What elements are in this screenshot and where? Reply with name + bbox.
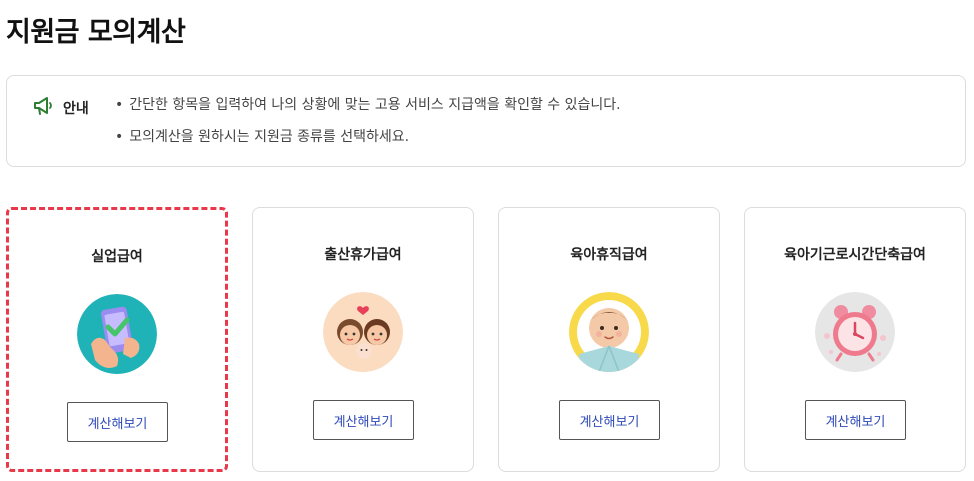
- calculate-button[interactable]: 계산해보기: [805, 400, 906, 440]
- calculate-button[interactable]: 계산해보기: [67, 402, 168, 442]
- card-parental-leave-benefit[interactable]: 육아휴직급여 계산해보기: [498, 207, 720, 472]
- calculate-button[interactable]: 계산해보기: [559, 400, 660, 440]
- notice-box: 안내 간단한 항목을 입력하여 나의 상황에 맞는 고용 서비스 지급액을 확인…: [6, 75, 966, 167]
- megaphone-icon: [33, 96, 55, 120]
- notice-header: 안내: [33, 96, 89, 120]
- phone-check-icon: [77, 294, 157, 374]
- notice-label: 안내: [63, 101, 89, 117]
- family-icon: [323, 292, 403, 372]
- notice-item: 모의계산을 원하시는 지원금 종류를 선택하세요.: [115, 127, 621, 147]
- card-title: 실업급여: [91, 249, 143, 265]
- calculate-button[interactable]: 계산해보기: [313, 400, 414, 440]
- page-title: 지원금 모의계산: [6, 17, 186, 48]
- card-unemployment-benefit[interactable]: 실업급여 계산해보기: [6, 207, 228, 472]
- alarm-clock-icon: [815, 292, 895, 372]
- notice-item: 간단한 항목을 입력하여 나의 상황에 맞는 고용 서비스 지급액을 확인할 수…: [115, 95, 620, 115]
- card-title: 육아기근로시간단축급여: [784, 247, 926, 263]
- notice-list: 간단한 항목을 입력하여 나의 상황에 맞는 고용 서비스 지급액을 확인할 수…: [115, 95, 621, 159]
- card-maternity-leave-benefit[interactable]: 출산휴가급여 계산해보기: [252, 207, 474, 472]
- baby-icon: [569, 292, 649, 372]
- card-title: 육아휴직급여: [570, 247, 648, 263]
- card-reduced-working-hours-benefit[interactable]: 육아기근로시간단축급여 계산해보기: [744, 207, 966, 472]
- card-title: 출산휴가급여: [324, 247, 402, 263]
